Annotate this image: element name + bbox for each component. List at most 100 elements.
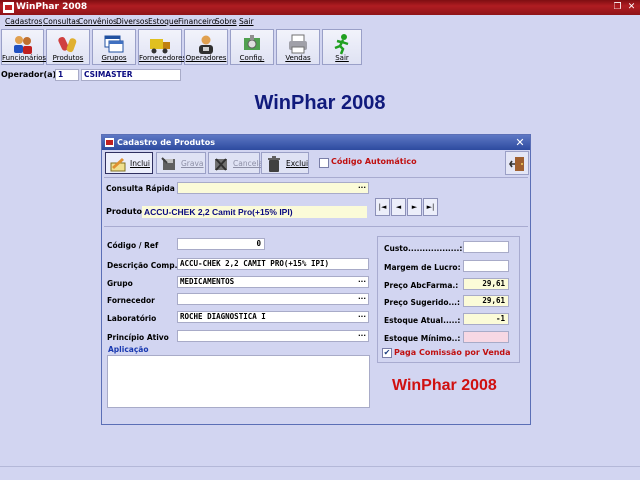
grupo-input[interactable]: MEDICAMENTOS ···	[177, 276, 369, 288]
toolbar-funcionarios-button[interactable]: Funcionários	[1, 29, 46, 65]
toolbar-operadores-label: Operadores	[185, 54, 227, 62]
trash-icon	[268, 156, 280, 172]
grupo-lookup-button[interactable]: ···	[358, 278, 366, 286]
menu-cadastros[interactable]: Cadastros	[5, 15, 42, 28]
nav-prev-button[interactable]: ◄	[391, 198, 406, 216]
principio-ativo-input[interactable]: ···	[177, 330, 369, 342]
toolbar-grupos-button[interactable]: Grupos	[92, 29, 136, 65]
custo-input[interactable]	[463, 241, 509, 253]
preco-sugerido-input[interactable]: 29,61	[463, 295, 509, 307]
menu-financeiro[interactable]: Financeiro	[178, 15, 216, 28]
toolbar-produtos-label: Produtos	[52, 54, 84, 62]
grava-label: Grava	[181, 159, 204, 168]
dialog-logo-icon	[105, 138, 114, 147]
estoque-atual-input[interactable]: -1	[463, 313, 509, 325]
toolbar-vendas-button[interactable]: Vendas	[276, 29, 320, 65]
toolbar-sair-label: Sair	[335, 54, 349, 62]
running-man-icon	[334, 34, 349, 55]
estoque-minimo-input[interactable]	[463, 331, 509, 343]
codigo-automatico-label: Código Automático	[331, 157, 417, 166]
toolbar-sair-button[interactable]: Sair	[322, 29, 362, 65]
toolbar-fornecedores-button[interactable]: Fornecedores	[138, 29, 187, 65]
codigo-ref-input[interactable]: 0	[177, 238, 265, 250]
operator-icon	[199, 35, 213, 54]
close-icon[interactable]: ✕	[626, 2, 637, 12]
brand-text: WinPhar 2008	[392, 377, 497, 394]
toolbar-operadores-button[interactable]: Operadores	[184, 29, 228, 65]
codigo-automatico-checkbox[interactable]	[319, 158, 329, 168]
menu-bar: Cadastros Consultas Convênios Diversos E…	[0, 15, 640, 28]
principio-ativo-label: Princípio Ativo	[107, 333, 169, 342]
app-title-bar: WinPhar 2008 ❐ ✕	[0, 0, 640, 15]
truck-icon	[150, 39, 170, 54]
restore-icon[interactable]: ❐	[612, 2, 623, 12]
operator-id: 1	[55, 69, 79, 81]
dialog-close-icon[interactable]: ✕	[514, 135, 526, 150]
exclui-label: Exclui	[286, 159, 309, 168]
fornecedor-input[interactable]: ···	[177, 293, 369, 305]
grupo-value: MEDICAMENTOS	[180, 277, 235, 286]
pencil-paper-icon	[110, 158, 126, 172]
consulta-rapida-input[interactable]: ···	[177, 182, 369, 194]
estoque-atual-label: Estoque Atual.....:	[384, 316, 461, 325]
custo-label: Custo..................:	[384, 244, 463, 253]
page-title: WinPhar 2008	[254, 92, 386, 114]
grupo-label: Grupo	[107, 279, 133, 288]
operator-label: Operador(a):	[1, 70, 60, 79]
paga-comissao-checkbox[interactable]: ✔	[382, 348, 392, 358]
laboratorio-value: ROCHE DIAGNOSTICA I	[180, 312, 266, 321]
produto-label: Produto	[106, 207, 143, 216]
printer-icon	[289, 34, 307, 54]
inclui-button[interactable]: Inclui	[105, 152, 153, 174]
principio-lookup-button[interactable]: ···	[358, 332, 366, 340]
status-bar	[0, 466, 640, 480]
consulta-lookup-button[interactable]: ···	[358, 184, 366, 192]
aplicacao-textarea[interactable]	[107, 355, 370, 408]
operator-bar: Operador(a): 1 CSIMASTER	[0, 69, 640, 82]
menu-convenios[interactable]: Convênios	[78, 15, 117, 28]
app-title: WinPhar 2008	[16, 2, 88, 12]
toolbar-fornecedores-label: Fornecedores	[139, 54, 187, 62]
exit-door-button[interactable]	[505, 151, 529, 175]
toolbar-config-label: Config.	[239, 54, 265, 62]
descricao-comp-input[interactable]: ACCU-CHEK 2,2 CAMIT PRO(+15% IPI)	[177, 258, 369, 270]
menu-sair[interactable]: Sair	[239, 15, 254, 28]
main-toolbar: Funcionários Produtos Grupos Fornecedore…	[0, 28, 640, 66]
menu-sobre[interactable]: Sobre	[215, 15, 237, 28]
nav-first-button[interactable]: |◄	[375, 198, 390, 216]
paga-comissao-label: Paga Comissão por Venda	[394, 348, 511, 357]
nav-last-button[interactable]: ►|	[423, 198, 438, 216]
cadastro-produtos-dialog: Cadastro de Produtos ✕ Inclui Grava Canc…	[101, 134, 531, 425]
dialog-title: Cadastro de Produtos	[117, 138, 215, 147]
people-icon	[13, 36, 32, 54]
toolbar-produtos-button[interactable]: Produtos	[46, 29, 90, 65]
config-icon	[244, 35, 260, 50]
margem-lucro-input[interactable]	[463, 260, 509, 272]
app-logo-icon	[3, 2, 14, 13]
consulta-rapida-label: Consulta Rápida	[106, 184, 175, 193]
preco-abcfarma-label: Preço AbcFarma.:	[384, 281, 459, 290]
laboratorio-input[interactable]: ROCHE DIAGNOSTICA I ···	[177, 311, 369, 323]
dialog-title-bar: Cadastro de Produtos ✕	[102, 135, 530, 150]
fornecedor-lookup-button[interactable]: ···	[358, 295, 366, 303]
cancel-icon	[215, 158, 227, 171]
toolbar-config-button[interactable]: Config.	[230, 29, 274, 65]
toolbar-grupos-label: Grupos	[101, 54, 127, 62]
inclui-label: Inclui	[130, 159, 151, 168]
cancela-button[interactable]: Cancela	[208, 152, 264, 174]
margem-lucro-label: Margem de Lucro:	[384, 263, 461, 272]
pills-icon	[58, 36, 77, 53]
menu-consultas[interactable]: Consultas	[43, 15, 80, 28]
produto-value: ACCU-CHEK 2,2 Camit Pro(+15% IPI)	[142, 206, 367, 218]
preco-abcfarma-input[interactable]: 29,61	[463, 278, 509, 290]
menu-estoque[interactable]: Estoque	[148, 15, 178, 28]
exclui-button[interactable]: Exclui	[261, 152, 309, 174]
laboratorio-lookup-button[interactable]: ···	[358, 313, 366, 321]
menu-diversos[interactable]: Diversos	[116, 15, 148, 28]
descricao-comp-label: Descrição Comp.	[107, 261, 178, 270]
grava-button[interactable]: Grava	[156, 152, 206, 174]
operator-name: CSIMASTER	[81, 69, 181, 81]
nav-next-button[interactable]: ►	[407, 198, 422, 216]
door-exit-icon	[509, 157, 524, 171]
cancela-label: Cancela	[233, 159, 264, 168]
